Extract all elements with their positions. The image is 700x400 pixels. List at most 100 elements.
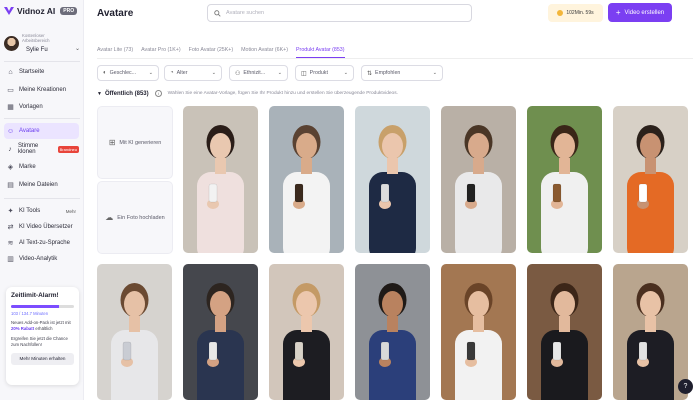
divider [4, 61, 80, 62]
tts-icon: ≋ [7, 239, 14, 247]
sidebar-item-avatare[interactable]: ☺ Avatare [4, 123, 79, 139]
avatar-card-woman-lotion-bathrobe[interactable] [183, 106, 258, 253]
sidebar-item-label: Vorlagen [19, 104, 43, 110]
minutes-progress-fill [11, 305, 60, 308]
search-box[interactable] [207, 4, 472, 22]
sidebar-item-label: Video-Analytik [19, 256, 58, 262]
home-icon: ⌂ [8, 68, 13, 76]
files-icon: ▤ [7, 181, 14, 189]
avatar-card-man-suit-car[interactable] [183, 264, 258, 400]
sort-label: Empfohlen [375, 70, 401, 76]
avatar-card-woman-dark-sweater[interactable] [613, 264, 688, 400]
avatar-card-woman-bottle-grey[interactable] [97, 264, 172, 400]
avatar-photo [613, 106, 688, 253]
avatar-photo [269, 264, 344, 400]
avatar-card-man-orange-shirt[interactable] [613, 106, 688, 253]
analytics-icon: ▥ [7, 255, 14, 263]
divider [4, 198, 80, 199]
app-logo[interactable]: Vidnoz AI PRO [4, 6, 78, 16]
sidebar-item-video-analytik[interactable]: ▥ Video-Analytik [4, 251, 79, 267]
minutes-progress-bar [11, 305, 74, 308]
avatar-photo [355, 106, 430, 253]
upload-photo-card[interactable]: ☁ Ein Foto hochladen [97, 181, 173, 254]
age-filter-label: Alter [176, 70, 188, 76]
age-filter[interactable]: ◔ Alter ⌄ [164, 65, 222, 81]
tab-motion-avatar[interactable]: Motion Avatar (6K+) [241, 47, 288, 58]
bag-icon: ◫ [301, 70, 307, 77]
plus-icon: + [615, 7, 621, 17]
avatar-photo [527, 264, 602, 400]
avatar-card-woman-kitchen-pot[interactable] [441, 264, 516, 400]
avatar-card-woman-restaurant[interactable] [527, 264, 602, 400]
user-name: Sylie Fu [26, 47, 48, 53]
time-limit-promo: Zeitlimit-Alarm! 103 / 134.7 Minuten Neu… [6, 287, 79, 385]
chevron-down-icon: ⌄ [432, 70, 437, 76]
workspace-switcher[interactable]: Kostenloser Arbeitsbereich Sylie Fu ⌄ [4, 33, 82, 55]
avatar-photo [269, 106, 344, 253]
avatar-card-woman-blonde-spray[interactable] [355, 106, 430, 253]
avatar-type-tabs: Avatar Lite (73) Avatar Pro (1K+) Foto A… [97, 47, 353, 58]
promo-text: Neues Add-on-Pack ist jetzt mit 20% Raba… [11, 320, 71, 331]
product-filter-label: Produkt [309, 70, 328, 76]
divider [4, 118, 80, 119]
people-icon: ⚇ [235, 70, 241, 77]
credits-text: 102Min. 59s [566, 10, 594, 16]
avatar-card-woman-blonde-black[interactable] [269, 264, 344, 400]
search-input[interactable] [226, 10, 456, 16]
sort-dropdown[interactable]: ⇅ Empfohlen ⌄ [361, 65, 443, 81]
vidnoz-logo-icon [4, 7, 14, 15]
promo-title: Zeitlimit-Alarm! [11, 292, 59, 299]
more-link[interactable]: Mehr [66, 209, 76, 214]
section-description: Wählen Sie eine Avatar-Vorlage, fügen Si… [167, 91, 398, 96]
avatar-card-man-labcoat-jar[interactable] [269, 106, 344, 253]
tab-avatar-lite[interactable]: Avatar Lite (73) [97, 47, 133, 58]
create-video-button[interactable]: + Video erstellen [608, 3, 672, 22]
sidebar-item-label: Meine Kreationen [19, 87, 67, 93]
sidebar-item-marke[interactable]: ◈ Marke [4, 159, 79, 175]
sidebar-item-text-zu-sprache[interactable]: ≋ AI Text-zu-Sprache [4, 235, 79, 251]
generate-with-ai-card[interactable]: ⊞ Mit KI generieren [97, 106, 173, 179]
upload-label: Ein Foto hochladen [117, 214, 165, 221]
avatar-card-man-gym[interactable] [355, 264, 430, 400]
help-button[interactable]: ? [678, 379, 693, 394]
ethnicity-filter[interactable]: ⚇ Ethnizit... ⌄ [229, 65, 288, 81]
sidebar: Vidnoz AI PRO Kostenloser Arbeitsbereich… [0, 0, 84, 400]
tab-foto-avatar[interactable]: Foto Avatar (25K+) [189, 47, 234, 58]
chevron-down-icon: ⌄ [148, 70, 153, 76]
public-section-header: ▼ Öffentlich (853) i Wählen Sie eine Ava… [97, 90, 398, 97]
get-more-minutes-button[interactable]: Mehr Minuten erhalten [11, 353, 74, 365]
create-video-label: Video erstellen [624, 9, 665, 16]
info-icon[interactable]: i [154, 90, 162, 97]
upload-icon: ☁ [105, 213, 114, 222]
sidebar-item-meine-kreationen[interactable]: ▭ Meine Kreationen [4, 82, 79, 98]
avatar-icon: ☺ [7, 127, 15, 135]
product-filter[interactable]: ◫ Produkt ⌄ [295, 65, 354, 81]
tab-produkt-avatar[interactable]: Produkt Avatar (853) [296, 47, 345, 58]
section-title: Öffentlich (853) [104, 90, 149, 97]
voice-icon: ♪ [8, 145, 12, 153]
sidebar-item-vorlagen[interactable]: ▦ Vorlagen [4, 99, 79, 115]
avatar-photo [183, 264, 258, 400]
plan-badge: PRO [60, 7, 78, 15]
sidebar-item-meine-dateien[interactable]: ▤ Meine Dateien [4, 177, 79, 193]
sidebar-item-startseite[interactable]: ⌂ Startseite [4, 64, 79, 80]
avatar-photo [613, 264, 688, 400]
gender-icon: ◐ [103, 70, 107, 76]
sidebar-item-ki-video-uebersetzer[interactable]: ⇄ KI Video Übersetzer [4, 219, 79, 235]
sidebar-item-label: KI Video Übersetzer [19, 224, 73, 230]
avatar-photo [183, 106, 258, 253]
age-icon: ◔ [170, 70, 174, 76]
caret-down-icon[interactable]: ▼ [97, 91, 102, 97]
sidebar-item-label: KI Tools [19, 208, 41, 214]
avatar-card-woman-outdoor-jar[interactable] [527, 106, 602, 253]
avatar-photo [527, 106, 602, 253]
tab-avatar-pro[interactable]: Avatar Pro (1K+) [141, 47, 181, 58]
gender-filter[interactable]: ◐ Geschlec... ⌄ [97, 65, 159, 81]
sidebar-item-ki-tools[interactable]: ✦ KI Tools Mehr [4, 203, 79, 219]
credits-balance[interactable]: 102Min. 59s [548, 4, 603, 22]
gender-filter-label: Geschlec... [109, 70, 137, 76]
ai-generate-icon: ⊞ [108, 138, 116, 147]
avatar-card-man-phone[interactable] [441, 106, 516, 253]
sidebar-item-label: AI Text-zu-Sprache [19, 240, 70, 246]
sidebar-item-stimme-klonen[interactable]: ♪ Stimme klonen Brandneu [4, 141, 79, 157]
